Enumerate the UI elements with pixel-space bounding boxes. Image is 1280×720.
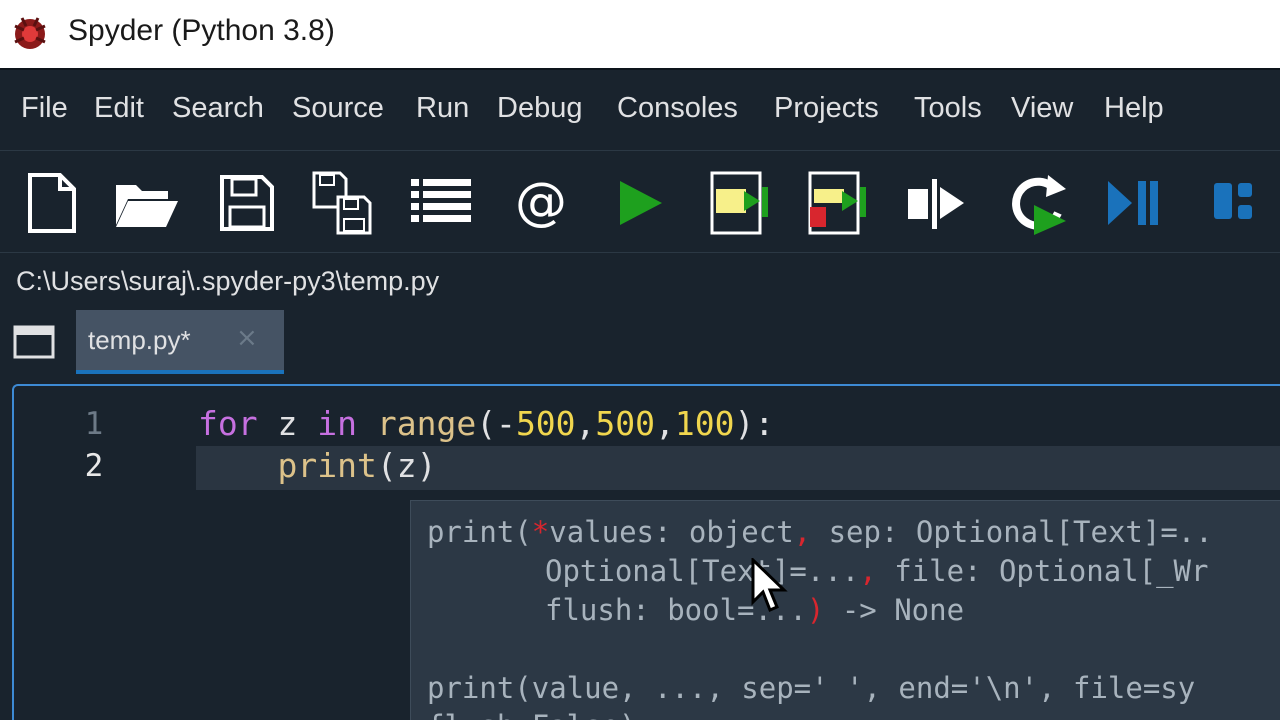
run-cell-icon[interactable] xyxy=(704,169,776,237)
line-number-gutter: 1 2 xyxy=(14,386,184,720)
menu-search[interactable]: Search xyxy=(172,92,264,125)
menu-source[interactable]: Source xyxy=(292,92,384,125)
menu-run[interactable]: Run xyxy=(416,92,469,125)
calltip-text: print( xyxy=(427,515,532,549)
menu-help[interactable]: Help xyxy=(1104,92,1164,125)
outline-icon[interactable] xyxy=(405,169,477,237)
run-icon[interactable] xyxy=(604,169,676,237)
menu-consoles[interactable]: Consoles xyxy=(617,92,738,125)
keyword-in: in xyxy=(317,404,357,443)
code-token: ): xyxy=(734,404,775,443)
at-sign-icon[interactable]: @ xyxy=(505,169,577,237)
tab-temp-py[interactable]: temp.py* × xyxy=(76,310,284,374)
file-path: C:\Users\suraj\.spyder-py3\temp.py xyxy=(16,266,440,296)
menu-debug[interactable]: Debug xyxy=(497,92,582,125)
line-number: 2 xyxy=(84,448,104,484)
calltip-line: print(value, ..., sep=' ', end='\n', fil… xyxy=(427,671,1196,705)
main-toolbar: @ xyxy=(0,150,1280,250)
calltip-text: sep: Optional[Text]=.. xyxy=(811,515,1213,549)
calltip-popup: print(*values: object, sep: Optional[Tex… xyxy=(410,500,1280,720)
line-number: 1 xyxy=(84,406,104,442)
save-all-icon[interactable] xyxy=(306,169,378,237)
calltip-line: Optional[Text]=..., file: Optional[_Wr xyxy=(545,554,1208,588)
window-title: Spyder (Python 3.8) xyxy=(68,14,335,47)
title-bar: Spyder (Python 3.8) xyxy=(0,0,1280,68)
code-line-1: for z in range(-500,500,100): xyxy=(198,404,774,443)
tab-label: temp.py* xyxy=(88,325,191,355)
editor-tab-strip: temp.py* × xyxy=(0,310,1280,374)
calltip-text: Optional[Text]=... xyxy=(545,554,860,588)
file-path-bar: C:\Users\suraj\.spyder-py3\temp.py xyxy=(0,252,1280,310)
browse-tabs-icon[interactable] xyxy=(12,324,56,360)
calltip-text: -> None xyxy=(824,593,965,627)
open-file-icon[interactable] xyxy=(110,169,182,237)
menu-view[interactable]: View xyxy=(1011,92,1073,125)
number-literal: 500 xyxy=(595,404,656,443)
calltip-line: print(*values: object, sep: Optional[Tex… xyxy=(427,515,1213,549)
spyder-logo-icon xyxy=(14,17,46,49)
calltip-active-param: * xyxy=(531,515,550,549)
debug-icon[interactable] xyxy=(1100,169,1172,237)
code-token: , xyxy=(655,404,675,443)
menu-file[interactable]: File xyxy=(21,92,68,125)
calltip-separator: , xyxy=(793,515,812,549)
code-token: , xyxy=(575,404,596,443)
number-literal: 500 xyxy=(515,404,576,443)
calltip-text: values: object xyxy=(549,515,794,549)
rerun-icon[interactable] xyxy=(1004,169,1076,237)
code-token: (- xyxy=(476,404,516,443)
builtin-print: print xyxy=(277,446,377,485)
calltip-separator: ) xyxy=(806,593,825,627)
maximize-pane-icon[interactable] xyxy=(1206,169,1278,237)
save-icon[interactable] xyxy=(210,169,282,237)
mouse-cursor-icon xyxy=(751,558,788,612)
calltip-line: flush=False) xyxy=(427,709,637,720)
menu-bar: File Edit Search Source Run Debug Consol… xyxy=(0,68,1280,148)
code-line-2: print(z) xyxy=(198,446,436,485)
menu-tools[interactable]: Tools xyxy=(914,92,982,125)
menu-edit[interactable]: Edit xyxy=(94,92,144,125)
run-cell-advance-icon[interactable] xyxy=(802,169,874,237)
builtin-range: range xyxy=(376,404,477,443)
code-token: z xyxy=(257,404,318,443)
new-file-icon[interactable] xyxy=(16,169,88,237)
number-literal: 100 xyxy=(674,404,735,443)
at-symbol: @ xyxy=(515,172,567,232)
menu-projects[interactable]: Projects xyxy=(774,92,879,125)
code-token: (z) xyxy=(376,446,437,485)
calltip-separator: , xyxy=(859,554,877,588)
keyword-for: for xyxy=(198,404,258,443)
run-selection-icon[interactable] xyxy=(900,169,972,237)
tab-close-icon[interactable]: × xyxy=(236,323,258,353)
calltip-text: file: Optional[_Wr xyxy=(876,554,1209,588)
